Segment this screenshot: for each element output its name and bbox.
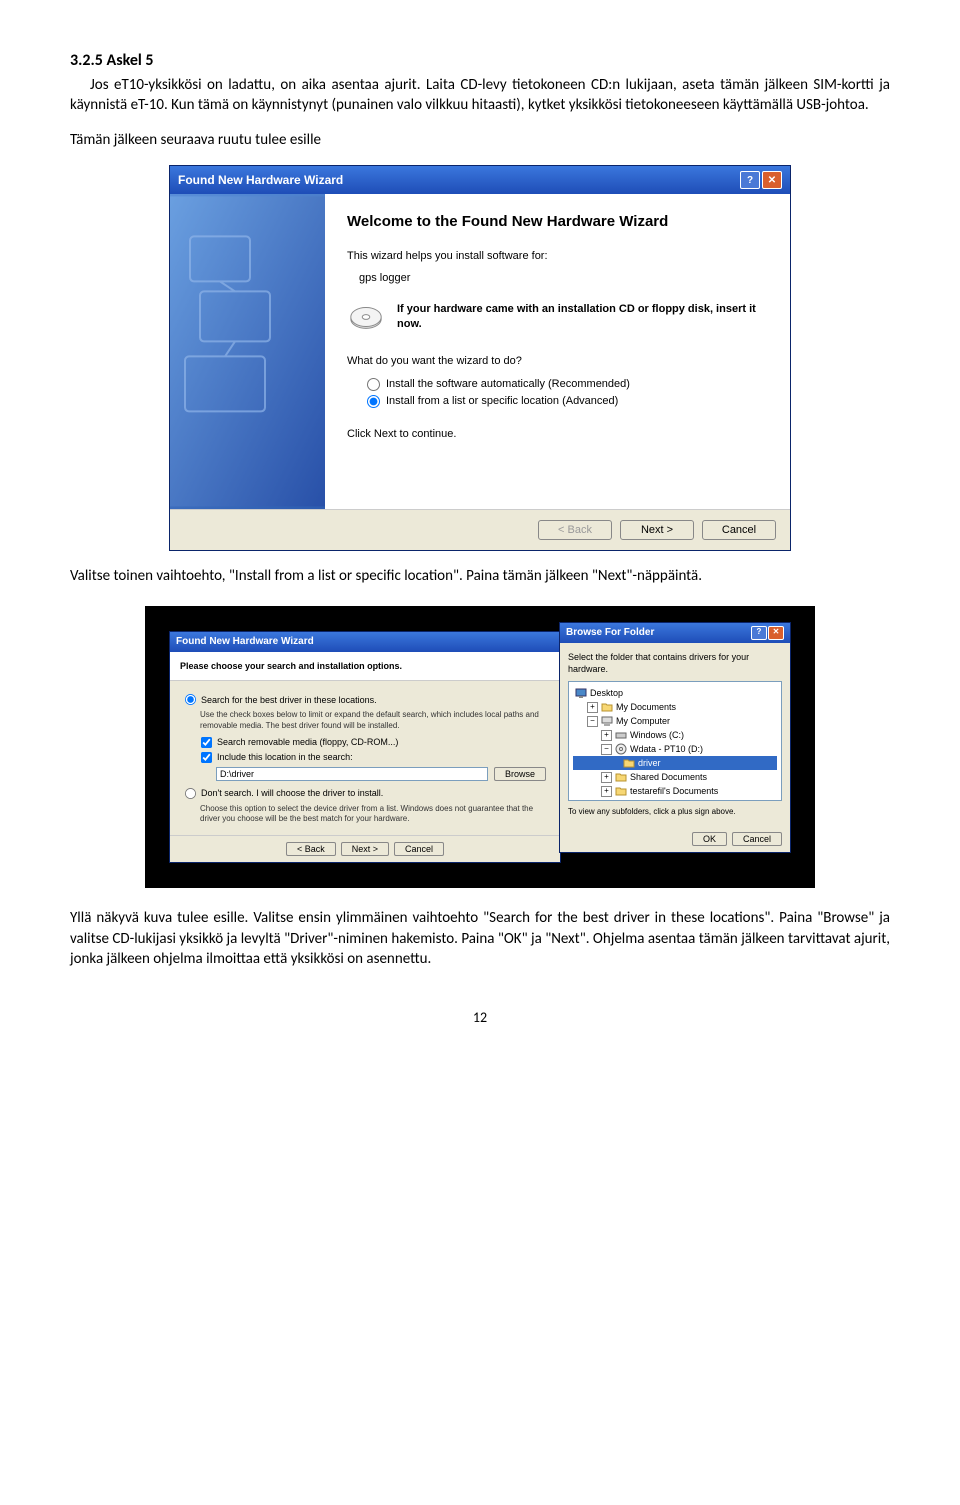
sw-next-button[interactable]: Next > bbox=[341, 842, 389, 856]
radio-auto-input[interactable] bbox=[367, 378, 380, 391]
screenshot-1: Found New Hardware Wizard ? ✕ bbox=[70, 165, 890, 551]
radio-auto-label: Install the software automatically (Reco… bbox=[386, 377, 630, 392]
tree-desktop-label: Desktop bbox=[590, 686, 623, 700]
expander-icon[interactable]: + bbox=[601, 772, 612, 783]
bd-title: Browse For Folder bbox=[566, 626, 654, 640]
tree-shared[interactable]: + Shared Documents bbox=[573, 770, 777, 784]
tree-c-drive[interactable]: + Windows (C:) bbox=[573, 728, 777, 742]
bd-cancel-button[interactable]: Cancel bbox=[732, 832, 782, 846]
browse-folder-dialog: Browse For Folder ? ✕ Select the folder … bbox=[559, 622, 791, 853]
sw-header: Please choose your search and installati… bbox=[170, 652, 560, 681]
check-removable-input[interactable] bbox=[201, 737, 212, 748]
bd-sub-hint: To view any subfolders, click a plus sig… bbox=[568, 807, 782, 818]
folder-icon bbox=[623, 757, 635, 769]
radio-auto[interactable]: Install the software automatically (Reco… bbox=[367, 377, 768, 392]
titlebar: Found New Hardware Wizard ? ✕ bbox=[170, 166, 790, 194]
paragraph-1: Jos eT10-yksikkösi on ladattu, on aika a… bbox=[70, 75, 890, 116]
sw-cancel-button[interactable]: Cancel bbox=[394, 842, 444, 856]
dont-hint: Choose this option to select the device … bbox=[200, 804, 546, 826]
search-hint: Use the check boxes below to limit or ex… bbox=[200, 710, 546, 732]
click-next-hint: Click Next to continue. bbox=[347, 427, 768, 442]
check-removable-label: Search removable media (floppy, CD-ROM..… bbox=[217, 736, 398, 748]
computer-icon bbox=[601, 715, 613, 727]
radio-search-best-input[interactable] bbox=[185, 694, 196, 705]
radio-advanced-label: Install from a list or specific location… bbox=[386, 394, 618, 409]
tree-shared-label: Shared Documents bbox=[630, 770, 707, 784]
paragraph-2: Tämän jälkeen seuraava ruutu tulee esill… bbox=[70, 130, 890, 150]
paragraph-3: Valitse toinen vaihtoehto, "Install from… bbox=[70, 566, 890, 586]
wizard-question: What do you want the wizard to do? bbox=[347, 354, 768, 369]
check-include-location[interactable]: Include this location in the search: bbox=[200, 751, 546, 764]
radio-dont-label: Don't search. I will choose the driver t… bbox=[201, 787, 383, 799]
cd-hint: If your hardware came with an installati… bbox=[397, 302, 768, 332]
tree-driver-label: driver bbox=[638, 756, 661, 770]
tree-mydocs[interactable]: + My Documents bbox=[573, 700, 777, 714]
tree-driver-folder[interactable]: driver bbox=[573, 756, 777, 770]
tree-d-drive[interactable]: − Wdata - PT10 (D:) bbox=[573, 742, 777, 756]
next-button[interactable]: Next > bbox=[620, 520, 694, 540]
expander-icon[interactable]: + bbox=[601, 730, 612, 741]
tree-mydocs-label: My Documents bbox=[616, 700, 676, 714]
cd-drive-icon bbox=[615, 743, 627, 755]
desktop-icon bbox=[575, 687, 587, 699]
screenshot-2: Found New Hardware Wizard Please choose … bbox=[145, 606, 815, 888]
search-options-wizard: Found New Hardware Wizard Please choose … bbox=[169, 631, 561, 863]
path-input[interactable] bbox=[216, 767, 488, 781]
expander-icon[interactable]: − bbox=[587, 716, 598, 727]
folder-icon bbox=[601, 701, 613, 713]
radio-dont-search[interactable]: Don't search. I will choose the driver t… bbox=[184, 787, 546, 800]
check-include-input[interactable] bbox=[201, 752, 212, 763]
radio-dont-input[interactable] bbox=[185, 788, 196, 799]
bd-ok-button[interactable]: OK bbox=[692, 832, 727, 846]
expander-icon[interactable]: − bbox=[601, 744, 612, 755]
bd-close-icon[interactable]: ✕ bbox=[768, 626, 784, 640]
tree-mycomp-label: My Computer bbox=[616, 714, 670, 728]
bd-help-icon[interactable]: ? bbox=[751, 626, 767, 640]
tree-d-label: Wdata - PT10 (D:) bbox=[630, 742, 703, 756]
folder-icon bbox=[615, 785, 627, 797]
sw-back-button[interactable]: < Back bbox=[286, 842, 336, 856]
sw-titlebar: Found New Hardware Wizard bbox=[170, 632, 560, 652]
radio-advanced[interactable]: Install from a list or specific location… bbox=[367, 394, 768, 409]
back-button[interactable]: < Back bbox=[538, 520, 612, 540]
section-heading: 3.2.5 Askel 5 bbox=[70, 50, 890, 72]
browse-button[interactable]: Browse bbox=[494, 767, 546, 781]
tree-desktop[interactable]: Desktop bbox=[573, 686, 777, 700]
wizard-window: Found New Hardware Wizard ? ✕ bbox=[169, 165, 791, 551]
cd-icon bbox=[347, 298, 385, 336]
radio-search-best[interactable]: Search for the best driver in these loca… bbox=[184, 693, 546, 706]
drive-icon bbox=[615, 729, 627, 741]
paragraph-4: Yllä näkyvä kuva tulee esille. Valitse e… bbox=[70, 908, 890, 969]
bd-prompt: Select the folder that contains drivers … bbox=[568, 651, 782, 675]
expander-icon[interactable]: + bbox=[601, 786, 612, 797]
folder-icon bbox=[615, 771, 627, 783]
check-removable[interactable]: Search removable media (floppy, CD-ROM..… bbox=[200, 736, 546, 749]
close-button[interactable]: ✕ bbox=[762, 171, 782, 189]
radio-search-best-label: Search for the best driver in these loca… bbox=[201, 694, 377, 706]
tree-testar[interactable]: + testarefil's Documents bbox=[573, 784, 777, 798]
check-include-label: Include this location in the search: bbox=[217, 751, 353, 763]
device-name: gps logger bbox=[359, 271, 768, 286]
expander-icon[interactable]: + bbox=[587, 702, 598, 713]
radio-advanced-input[interactable] bbox=[367, 395, 380, 408]
help-button[interactable]: ? bbox=[740, 171, 760, 189]
tree-mycomp[interactable]: − My Computer bbox=[573, 714, 777, 728]
folder-tree[interactable]: Desktop + My Documents − My Computer + W… bbox=[568, 681, 782, 801]
cancel-button[interactable]: Cancel bbox=[702, 520, 776, 540]
wizard-heading: Welcome to the Found New Hardware Wizard bbox=[347, 212, 768, 232]
page-number: 12 bbox=[70, 1009, 890, 1028]
wizard-sidebar-image bbox=[170, 194, 325, 509]
wizard-intro: This wizard helps you install software f… bbox=[347, 249, 768, 264]
tree-c-label: Windows (C:) bbox=[630, 728, 684, 742]
tree-testar-label: testarefil's Documents bbox=[630, 784, 718, 798]
window-title: Found New Hardware Wizard bbox=[178, 172, 343, 188]
